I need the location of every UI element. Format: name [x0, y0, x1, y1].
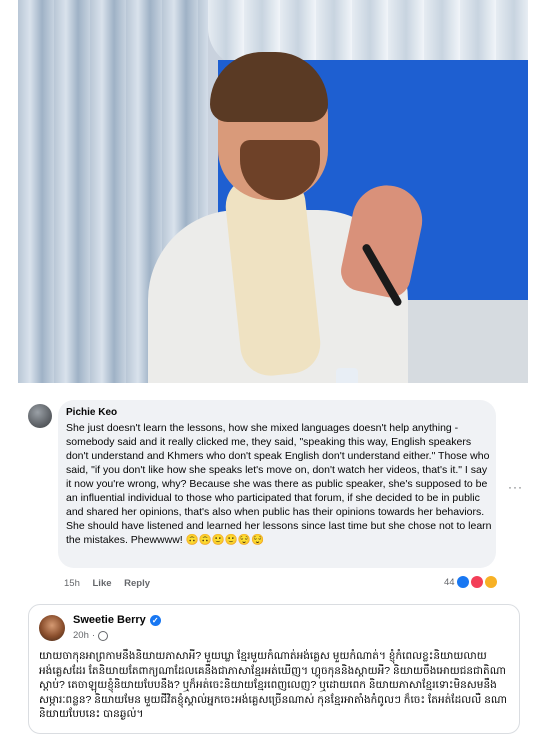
post-photo[interactable] — [18, 0, 528, 383]
avatar[interactable] — [39, 615, 65, 641]
comment: Pichie Keo She just doesn't learn the le… — [18, 398, 528, 594]
water-bottle — [336, 368, 358, 383]
avatar[interactable] — [28, 404, 52, 428]
more-options-icon[interactable]: ··· — [508, 480, 523, 494]
comment-actions: 15h Like Reply — [64, 578, 160, 589]
meta-separator: · — [91, 630, 96, 641]
comment: Sweetie Berry ✓ 20h · យាយចាកុនអាព្រកាមនឹ… — [28, 604, 520, 734]
comment-text: She just doesn't learn the lessons, how … — [66, 422, 492, 546]
comment-author[interactable]: Pichie Keo — [66, 407, 117, 418]
like-reaction-icon — [456, 576, 469, 588]
comment-timestamp[interactable]: 15h — [64, 578, 80, 589]
reaction-count: 44 — [444, 576, 455, 588]
like-button[interactable]: Like — [93, 578, 112, 589]
comment-text: យាយចាកុនអាព្រកាមនឹងនិយាយភាសាអី? មួយឃ្លា … — [39, 650, 508, 720]
love-reaction-icon — [470, 576, 483, 588]
comment-author-row: Sweetie Berry ✓ — [73, 614, 161, 626]
globe-icon — [98, 630, 109, 641]
reaction-summary[interactable]: 44 — [444, 576, 497, 588]
reply-button[interactable]: Reply — [124, 578, 150, 589]
haha-reaction-icon — [484, 576, 497, 588]
verified-badge-icon: ✓ — [149, 614, 161, 626]
comment-bubble: Pichie Keo She just doesn't learn the le… — [58, 400, 496, 568]
comment-meta: 20h · — [73, 630, 109, 641]
comment-author[interactable]: Sweetie Berry — [73, 614, 146, 626]
comment-timestamp[interactable]: 20h — [73, 630, 89, 641]
